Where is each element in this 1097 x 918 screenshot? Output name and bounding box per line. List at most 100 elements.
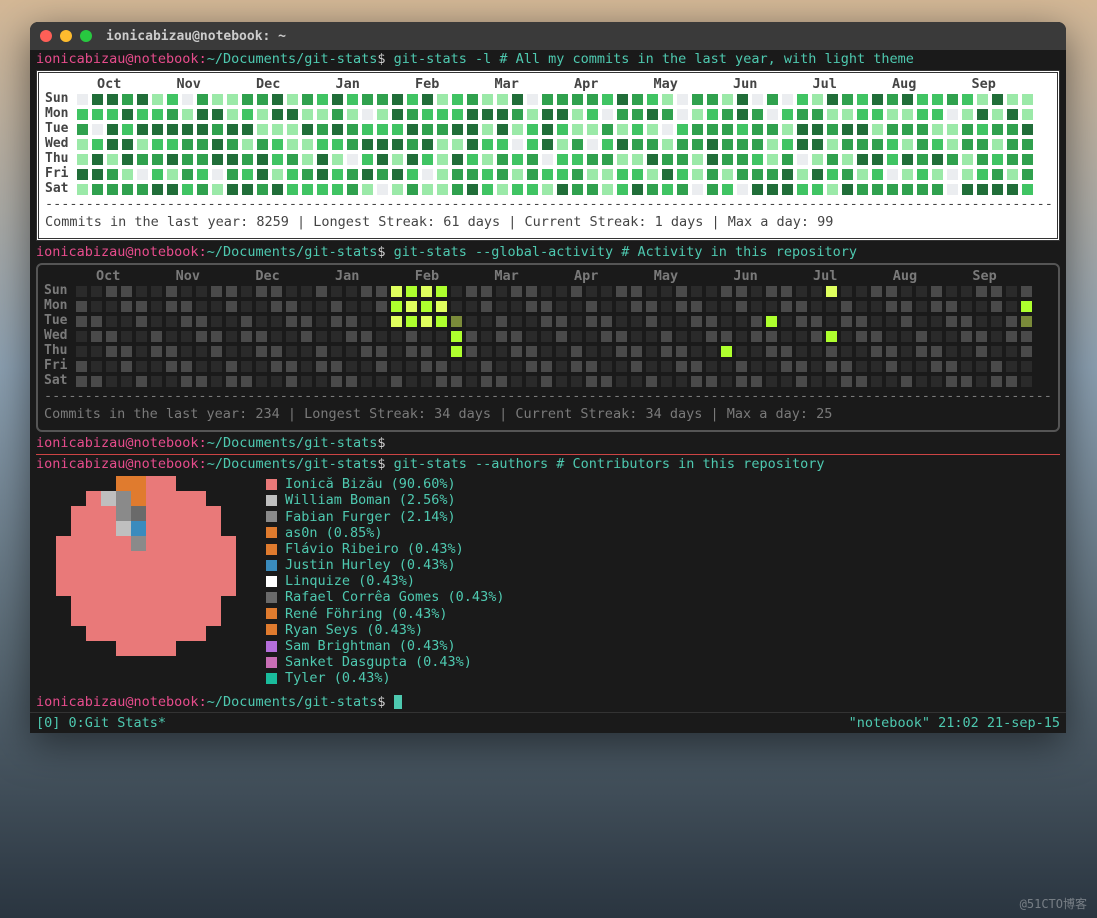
contribution-cell: [392, 94, 403, 105]
contribution-cell: [301, 361, 312, 372]
pie-pixel: [146, 566, 161, 581]
contribution-cell: [511, 376, 522, 387]
pie-pixel: [131, 491, 146, 506]
pie-pixel: [161, 641, 176, 656]
pie-pixel: [206, 506, 221, 521]
pie-pixel: [176, 611, 191, 626]
contribution-cell: [961, 376, 972, 387]
pie-pixel: [86, 521, 101, 536]
contribution-cell: [722, 94, 733, 105]
contribution-cell: [436, 331, 447, 342]
contribution-cell: [332, 184, 343, 195]
contribution-cell: [362, 139, 373, 150]
contribution-cell: [737, 169, 748, 180]
contribution-cell: [197, 169, 208, 180]
close-icon[interactable]: [40, 30, 52, 42]
light-calendar: OctNovDecJanFebMarAprMayJunJulAugSep Sun…: [36, 70, 1060, 242]
contribution-cell: [556, 331, 567, 342]
contribution-cell: [691, 346, 702, 357]
contribution-cell: [376, 346, 387, 357]
contribution-cell: [421, 316, 432, 327]
contribution-cell: [617, 184, 628, 195]
contribution-cell: [106, 346, 117, 357]
contribution-cell: [302, 139, 313, 150]
contribution-cell: [241, 316, 252, 327]
contribution-cell: [106, 316, 117, 327]
contribution-cell: [946, 361, 957, 372]
contribution-cell: [256, 346, 267, 357]
contribution-cell: [167, 169, 178, 180]
contribution-cell: [271, 331, 282, 342]
pie-pixel: [191, 491, 206, 506]
contribution-cell: [992, 109, 1003, 120]
contribution-cell: [257, 124, 268, 135]
legend-item: Tyler (0.43%): [266, 670, 504, 686]
contribution-cell: [676, 346, 687, 357]
day-label: Fri: [45, 167, 77, 182]
contribution-cell: [826, 301, 837, 312]
contribution-cell: [166, 361, 177, 372]
contribution-cell: [601, 376, 612, 387]
prompt-line-cursor[interactable]: ionicabizau@notebook:~/Documents/git-sta…: [36, 695, 1060, 711]
contribution-cell: [646, 346, 657, 357]
pie-pixel: [191, 521, 206, 536]
contribution-cell: [391, 301, 402, 312]
contribution-cell: [287, 184, 298, 195]
pie-pixel: [116, 506, 131, 521]
contribution-cell: [197, 184, 208, 195]
contribution-cell: [962, 124, 973, 135]
contribution-cell: [347, 109, 358, 120]
contribution-cell: [406, 346, 417, 357]
contribution-cell: [256, 376, 267, 387]
contribution-cell: [317, 184, 328, 195]
contribution-cell: [827, 94, 838, 105]
pie-pixel: [191, 611, 206, 626]
contribution-cell: [947, 124, 958, 135]
contribution-cell: [136, 376, 147, 387]
pie-pixel: [206, 551, 221, 566]
contribution-cell: [631, 301, 642, 312]
titlebar[interactable]: ionicabizau@notebook: ~: [30, 22, 1066, 50]
contribution-cell: [181, 286, 192, 297]
pie-pixel: [86, 596, 101, 611]
pie-pixel: [146, 551, 161, 566]
contribution-cell: [826, 376, 837, 387]
calendar-row: Wed: [44, 329, 1052, 344]
contribution-cell: [496, 286, 507, 297]
contribution-cell: [527, 184, 538, 195]
pie-pixel: [161, 596, 176, 611]
contribution-cell: [751, 301, 762, 312]
swatch-icon: [266, 495, 277, 506]
contribution-cell: [961, 286, 972, 297]
contribution-cell: [166, 376, 177, 387]
contribution-cell: [316, 286, 327, 297]
contribution-cell: [662, 169, 673, 180]
contribution-cell: [916, 316, 927, 327]
contribution-cell: [812, 169, 823, 180]
contribution-cell: [152, 124, 163, 135]
contribution-cell: [586, 376, 597, 387]
contribution-cell: [571, 361, 582, 372]
contribution-cell: [976, 361, 987, 372]
contribution-cell: [121, 301, 132, 312]
contribution-cell: [481, 361, 492, 372]
day-label: Tue: [45, 122, 77, 137]
contribution-cell: [106, 331, 117, 342]
contribution-cell: [677, 124, 688, 135]
contribution-cell: [901, 376, 912, 387]
minimize-icon[interactable]: [60, 30, 72, 42]
contribution-cell: [196, 301, 207, 312]
contribution-cell: [346, 346, 357, 357]
contribution-cell: [302, 124, 313, 135]
contribution-cell: [437, 169, 448, 180]
maximize-icon[interactable]: [80, 30, 92, 42]
contribution-cell: [512, 109, 523, 120]
contribution-cell: [706, 376, 717, 387]
contribution-cell: [572, 154, 583, 165]
contribution-cell: [722, 139, 733, 150]
contribution-cell: [407, 169, 418, 180]
contribution-cell: [826, 346, 837, 357]
contribution-cell: [541, 346, 552, 357]
contribution-cell: [691, 301, 702, 312]
terminal-content[interactable]: ionicabizau@notebook:~/Documents/git-sta…: [30, 50, 1066, 712]
